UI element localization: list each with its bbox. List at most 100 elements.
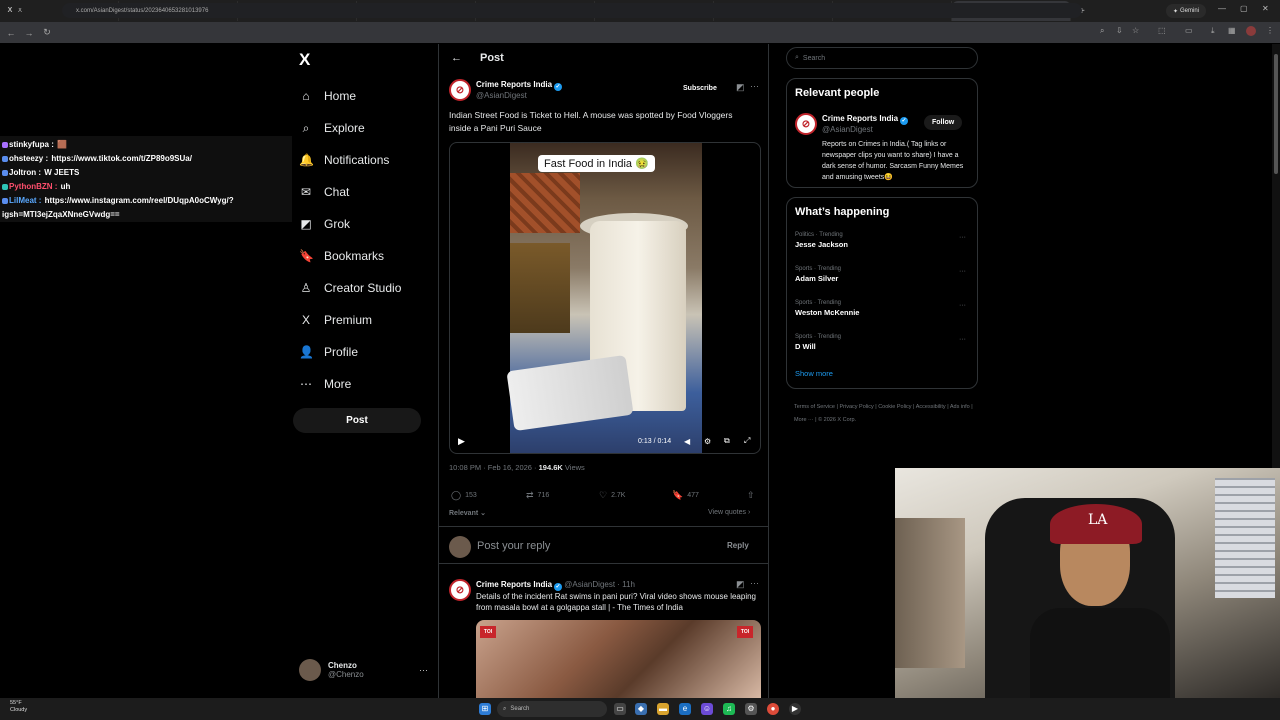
forward-icon[interactable]: → xyxy=(20,28,38,38)
nav-item-explore[interactable]: ⌕ Explore xyxy=(299,112,401,144)
footer-link[interactable]: More ··· xyxy=(794,417,814,423)
author-avatar[interactable]: ⊘ xyxy=(449,79,471,101)
apps-icon[interactable]: ▦ xyxy=(1228,26,1236,35)
window-blinds xyxy=(1215,478,1275,598)
grok-icon[interactable]: ◩ xyxy=(736,82,745,93)
extensions-icon[interactable]: ⬚ xyxy=(1158,26,1166,35)
task-view-icon[interactable]: ▭ xyxy=(614,703,626,715)
trend-item[interactable]: Sports · Trending Weston McKennie xyxy=(795,300,859,317)
nav-item-profile[interactable]: 👤 Profile xyxy=(299,336,401,368)
media-player-icon[interactable]: ▶ xyxy=(789,703,801,715)
volume-icon[interactable]: ◀ xyxy=(684,437,690,446)
footer-link[interactable]: Terms of Service xyxy=(794,404,835,410)
reply-input[interactable]: Post your reply xyxy=(477,540,550,552)
nav-item-more[interactable]: ⋯ More xyxy=(299,368,401,400)
reply-action[interactable]: ◯ 153 xyxy=(451,490,477,501)
spotify-icon[interactable]: ♫ xyxy=(723,703,735,715)
trend-more-icon[interactable]: ··· xyxy=(959,268,966,275)
reply-more-icon[interactable]: ··· xyxy=(750,578,759,588)
start-icon[interactable]: ⊞ xyxy=(479,703,491,715)
copilot-icon[interactable]: ◆ xyxy=(635,703,647,715)
person-handle[interactable]: @AsianDigest xyxy=(822,125,873,134)
nav-item-chat[interactable]: ✉ Chat xyxy=(299,176,401,208)
view-quotes-link[interactable]: View quotes › xyxy=(708,509,750,516)
zoom-icon[interactable]: ⌕ xyxy=(1100,26,1104,36)
minimize-icon[interactable]: — xyxy=(1218,4,1226,13)
bookmark-star-icon[interactable]: ☆ xyxy=(1132,26,1139,35)
nav-item-grok[interactable]: ◩ Grok xyxy=(299,208,401,240)
link-card-image[interactable]: TOI TOI xyxy=(476,620,761,698)
follow-button[interactable]: Follow xyxy=(924,115,963,130)
trend-name: D Will xyxy=(795,342,816,351)
chrome-icon[interactable]: ● xyxy=(767,703,779,715)
x-logo-icon[interactable]: X xyxy=(299,50,310,70)
discord-icon[interactable]: ☺ xyxy=(701,703,713,715)
post-more-icon[interactable]: ··· xyxy=(750,81,759,91)
browser-menu-icon[interactable]: ⋮ xyxy=(1266,26,1274,35)
page-scrollbar[interactable] xyxy=(1272,44,1280,468)
show-more-link[interactable]: Show more xyxy=(795,369,833,378)
trend-item[interactable]: Sports · Trending D Will xyxy=(795,334,841,351)
trend-more-icon[interactable]: ··· xyxy=(959,302,966,309)
account-switcher[interactable]: Chenzo @Chenzo xyxy=(299,659,364,681)
author-name[interactable]: Crime Reports India ✓ xyxy=(476,80,563,91)
file-explorer-icon[interactable]: ▬ xyxy=(657,703,669,715)
fullscreen-icon[interactable]: ⤢ xyxy=(744,436,750,446)
chat-username: ohsteezy : xyxy=(9,154,51,163)
nav-label: Explore xyxy=(324,121,365,135)
nav-item-premium[interactable]: X Premium xyxy=(299,304,401,336)
nav-item-notifications[interactable]: 🔔 Notifications xyxy=(299,144,401,176)
downloads-icon[interactable]: ⤓ xyxy=(1211,26,1215,36)
footer-link[interactable]: Privacy Policy xyxy=(839,404,873,410)
chat-icon: ✉ xyxy=(300,185,312,199)
edge-icon[interactable]: e xyxy=(679,703,691,715)
trend-item[interactable]: Sports · Trending Adam Silver xyxy=(795,266,841,283)
video-player[interactable]: Fast Food in India 🤢 ▶ 0:13 / 0:14 ◀ ⚙ ⧉… xyxy=(449,142,761,454)
trend-more-icon[interactable]: ··· xyxy=(959,336,966,343)
install-icon[interactable]: ⇩ xyxy=(1116,26,1123,35)
bookmark-action[interactable]: 🔖 477 xyxy=(672,490,699,501)
taskbar-search[interactable]: ⌕ Search xyxy=(497,701,607,717)
footer-link[interactable]: Ads info xyxy=(950,404,970,410)
footer-link[interactable]: © 2026 X Corp. xyxy=(818,417,856,423)
more-dots-icon[interactable]: ··· xyxy=(419,665,428,675)
repost-action[interactable]: ⇄ 716 xyxy=(526,490,549,501)
avatar xyxy=(299,659,321,681)
author-handle[interactable]: @AsianDigest xyxy=(476,91,527,100)
reply-author-avatar[interactable]: ⊘ xyxy=(449,579,471,601)
settings-icon[interactable]: ⚙ xyxy=(704,437,711,446)
subscribe-button[interactable]: Subscribe xyxy=(677,81,723,95)
footer-link[interactable]: Cookie Policy xyxy=(878,404,911,410)
grok-icon[interactable]: ◩ xyxy=(736,579,745,590)
window-close-icon[interactable]: ✕ xyxy=(1262,4,1269,13)
gemini-button[interactable]: ✦ Gemini xyxy=(1166,4,1206,18)
url-input[interactable]: x.com/AsianDigest/status/202364065328101… xyxy=(62,3,1082,18)
footer-link[interactable]: Accessibility xyxy=(916,404,946,410)
pip-icon[interactable]: ⧉ xyxy=(724,436,730,446)
sort-replies-dropdown[interactable]: Relevant ⌄ xyxy=(449,509,486,517)
reply-author[interactable]: Crime Reports India ✓ @AsianDigest · 11h xyxy=(476,580,635,591)
person-avatar[interactable]: ⊘ xyxy=(795,113,817,135)
sidepanel-icon[interactable]: ▭ xyxy=(1185,26,1193,35)
weather-widget[interactable]: 55°F Cloudy xyxy=(10,700,27,714)
post-button[interactable]: Post xyxy=(293,408,421,433)
reload-icon[interactable]: ↻ xyxy=(38,27,56,38)
nav-item-creator-studio[interactable]: ♙ Creator Studio xyxy=(299,272,402,304)
share-action[interactable]: ⇧ xyxy=(747,490,755,501)
play-icon[interactable]: ▶ xyxy=(458,436,465,447)
settings-app-icon[interactable]: ⚙ xyxy=(745,703,757,715)
scrollbar-thumb[interactable] xyxy=(1274,54,1278,174)
trend-more-icon[interactable]: ··· xyxy=(959,234,966,241)
reply-button[interactable]: Reply xyxy=(727,541,749,550)
nav-item-bookmarks[interactable]: 🔖 Bookmarks xyxy=(299,240,401,272)
browser-profile-avatar[interactable] xyxy=(1246,26,1256,36)
maximize-icon[interactable]: ▢ xyxy=(1240,4,1248,13)
nav-item-home[interactable]: ⌂ Home xyxy=(299,80,401,112)
trend-item[interactable]: Politics · Trending Jesse Jackson xyxy=(795,232,848,249)
chat-badge-icon xyxy=(2,183,8,190)
back-icon[interactable]: ← xyxy=(2,28,20,38)
back-arrow-icon[interactable]: ← xyxy=(451,52,462,64)
person-name[interactable]: Crime Reports India ✓ xyxy=(822,114,909,125)
search-input[interactable]: ⌕ Search xyxy=(786,47,978,69)
like-action[interactable]: ♡ 2.7K xyxy=(599,490,625,501)
